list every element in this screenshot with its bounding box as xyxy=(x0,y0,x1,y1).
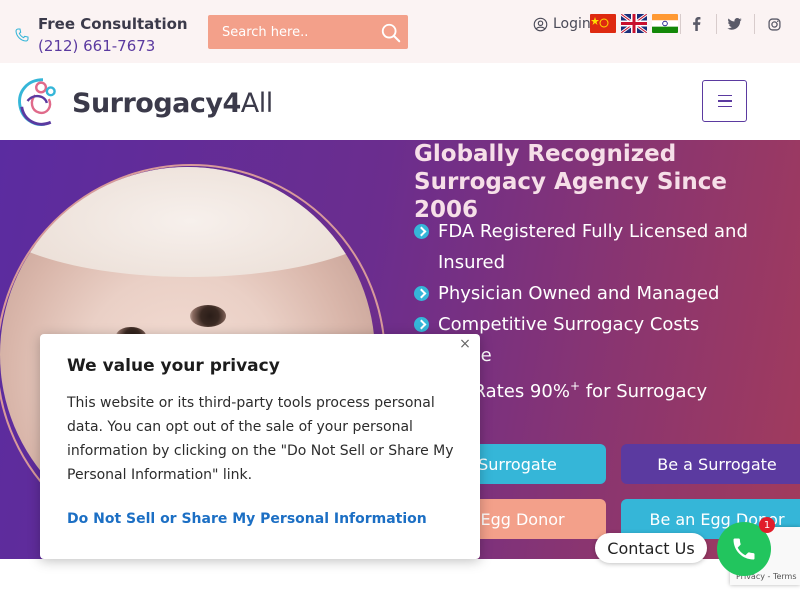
twitter-icon[interactable] xyxy=(719,14,749,34)
feature-text: FDA Registered Fully Licensed and Insure… xyxy=(438,221,748,273)
close-icon[interactable]: × xyxy=(458,337,472,351)
uk-flag-icon[interactable] xyxy=(621,14,647,33)
china-flag-icon[interactable] xyxy=(590,14,616,33)
phone-icon xyxy=(15,28,29,42)
menu-line xyxy=(717,105,732,108)
do-not-sell-link[interactable]: Do Not Sell or Share My Personal Informa… xyxy=(67,511,427,527)
feature-item: Physician Owned and Managed xyxy=(414,278,794,309)
hero-title: Globally Recognized Surrogacy Agency Sin… xyxy=(414,141,727,223)
india-flag-icon[interactable] xyxy=(652,14,678,33)
arrow-circle-icon xyxy=(414,224,429,239)
feature-text: Competitive Surrogacy Costs xyxy=(438,314,700,335)
menu-line xyxy=(717,94,732,97)
divider xyxy=(754,14,755,34)
user-icon xyxy=(533,17,548,31)
contact-us-bubble[interactable]: Contact Us xyxy=(595,533,707,563)
hero-image-blanket xyxy=(0,167,375,277)
feature-sup: + xyxy=(569,379,580,393)
phone-number-link[interactable]: (212) 661-7673 xyxy=(38,37,155,55)
logo-text-bold: Surrogacy4 xyxy=(72,88,241,119)
privacy-popup: × We value your privacy This website or … xyxy=(40,334,480,559)
menu-line xyxy=(717,100,732,102)
top-bar: Free Consultation (212) 661-7673 Login xyxy=(0,0,800,63)
facebook-icon[interactable] xyxy=(681,14,711,34)
login-link[interactable]: Login xyxy=(533,16,591,32)
privacy-text: This website or its third-party tools pr… xyxy=(67,395,454,483)
logo-icon[interactable] xyxy=(14,72,72,130)
logo-text-light: All xyxy=(240,88,273,119)
be-surrogate-button[interactable]: Be a Surrogate xyxy=(621,444,800,484)
arrow-circle-icon xyxy=(414,317,429,332)
privacy-title: We value your privacy xyxy=(67,356,280,376)
feature-text: Physician Owned and Managed xyxy=(438,283,720,304)
arrow-circle-icon xyxy=(414,286,429,301)
instagram-icon[interactable] xyxy=(759,14,789,34)
free-consultation-label: Free Consultation xyxy=(38,15,188,33)
feature-text-tail: for Surrogacy xyxy=(580,381,708,402)
search-box xyxy=(208,15,408,49)
site-header: Surrogacy4All xyxy=(0,63,800,140)
phone-icon xyxy=(733,538,755,560)
hero-image-eye xyxy=(190,305,226,327)
search-icon[interactable] xyxy=(380,22,402,44)
hamburger-menu-button[interactable] xyxy=(702,80,747,122)
feature-item: FDA Registered Fully Licensed and Insure… xyxy=(414,216,794,278)
logo-text[interactable]: Surrogacy4All xyxy=(72,88,273,119)
search-input[interactable] xyxy=(208,15,373,49)
divider xyxy=(716,14,717,34)
login-label: Login xyxy=(553,16,591,32)
notification-badge: 1 xyxy=(759,517,775,533)
